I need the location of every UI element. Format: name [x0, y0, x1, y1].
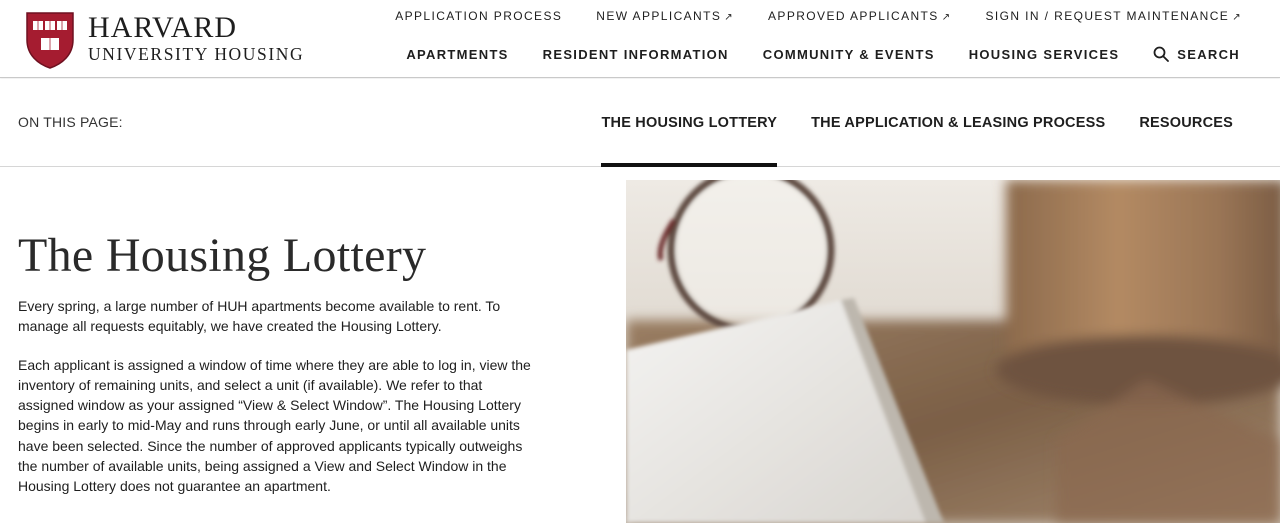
- nav-item-housing-services[interactable]: HOUSING SERVICES: [969, 47, 1120, 62]
- wordmark: HARVARD UNIVERSITY HOUSING: [88, 11, 305, 65]
- utility-link-sign-in[interactable]: SIGN IN / REQUEST MAINTENANCE ↗: [985, 9, 1242, 23]
- utility-link-label: NEW APPLICANTS: [596, 9, 722, 23]
- search-icon: [1153, 46, 1170, 62]
- nav-item-resident-information[interactable]: RESIDENT INFORMATION: [543, 47, 729, 62]
- utility-link-label: APPLICATION PROCESS: [395, 9, 563, 23]
- on-this-page-bar: ON THIS PAGE: THE HOUSING LOTTERY THE AP…: [0, 79, 1280, 167]
- hero-photo-illustration: [626, 180, 1280, 523]
- nav-item-community-events[interactable]: COMMUNITY & EVENTS: [763, 47, 935, 62]
- hero-image: [626, 180, 1280, 523]
- external-link-icon: ↗: [724, 12, 735, 23]
- lottery-details-paragraph: Each applicant is assigned a window of t…: [18, 356, 531, 495]
- external-link-icon: ↗: [941, 12, 952, 23]
- tab-housing-lottery[interactable]: THE HOUSING LOTTERY: [601, 79, 777, 167]
- harvard-shield-icon: [26, 12, 74, 69]
- external-link-icon: ↗: [1232, 12, 1242, 23]
- search-button[interactable]: SEARCH: [1153, 46, 1240, 62]
- utility-link-application-process[interactable]: APPLICATION PROCESS: [395, 9, 562, 23]
- utility-link-label: APPROVED APPLICANTS: [768, 9, 939, 23]
- utility-link-approved-applicants[interactable]: APPROVED APPLICANTS ↗: [768, 9, 951, 23]
- intro-paragraph: Every spring, a large number of HUH apar…: [18, 298, 501, 335]
- nav-item-apartments[interactable]: APARTMENTS: [406, 47, 508, 62]
- site-header: HARVARD UNIVERSITY HOUSING APPLICATION P…: [0, 0, 1280, 78]
- utility-link-new-applicants[interactable]: NEW APPLICANTS ↗: [596, 9, 734, 23]
- page-title: The Housing Lottery: [18, 229, 427, 282]
- on-this-page-label: ON THIS PAGE:: [18, 114, 123, 130]
- on-this-page-tabs: THE HOUSING LOTTERY THE APPLICATION & LE…: [601, 79, 1233, 167]
- tab-resources[interactable]: RESOURCES: [1139, 79, 1233, 167]
- main-nav: APARTMENTS RESIDENT INFORMATION COMMUNIT…: [406, 46, 1240, 62]
- harvard-housing-logo[interactable]: HARVARD UNIVERSITY HOUSING: [24, 10, 304, 70]
- wordmark-university-housing: UNIVERSITY HOUSING: [88, 44, 305, 64]
- utility-link-label: SIGN IN / REQUEST MAINTENANCE: [985, 9, 1230, 23]
- wordmark-harvard: HARVARD: [88, 11, 238, 44]
- utility-nav: APPLICATION PROCESS NEW APPLICANTS ↗ APPR…: [395, 9, 1242, 23]
- search-label: SEARCH: [1177, 46, 1240, 62]
- main-content: The Housing Lottery Every spring, a larg…: [18, 228, 538, 497]
- tab-application-leasing-process[interactable]: THE APPLICATION & LEASING PROCESS: [811, 79, 1105, 167]
